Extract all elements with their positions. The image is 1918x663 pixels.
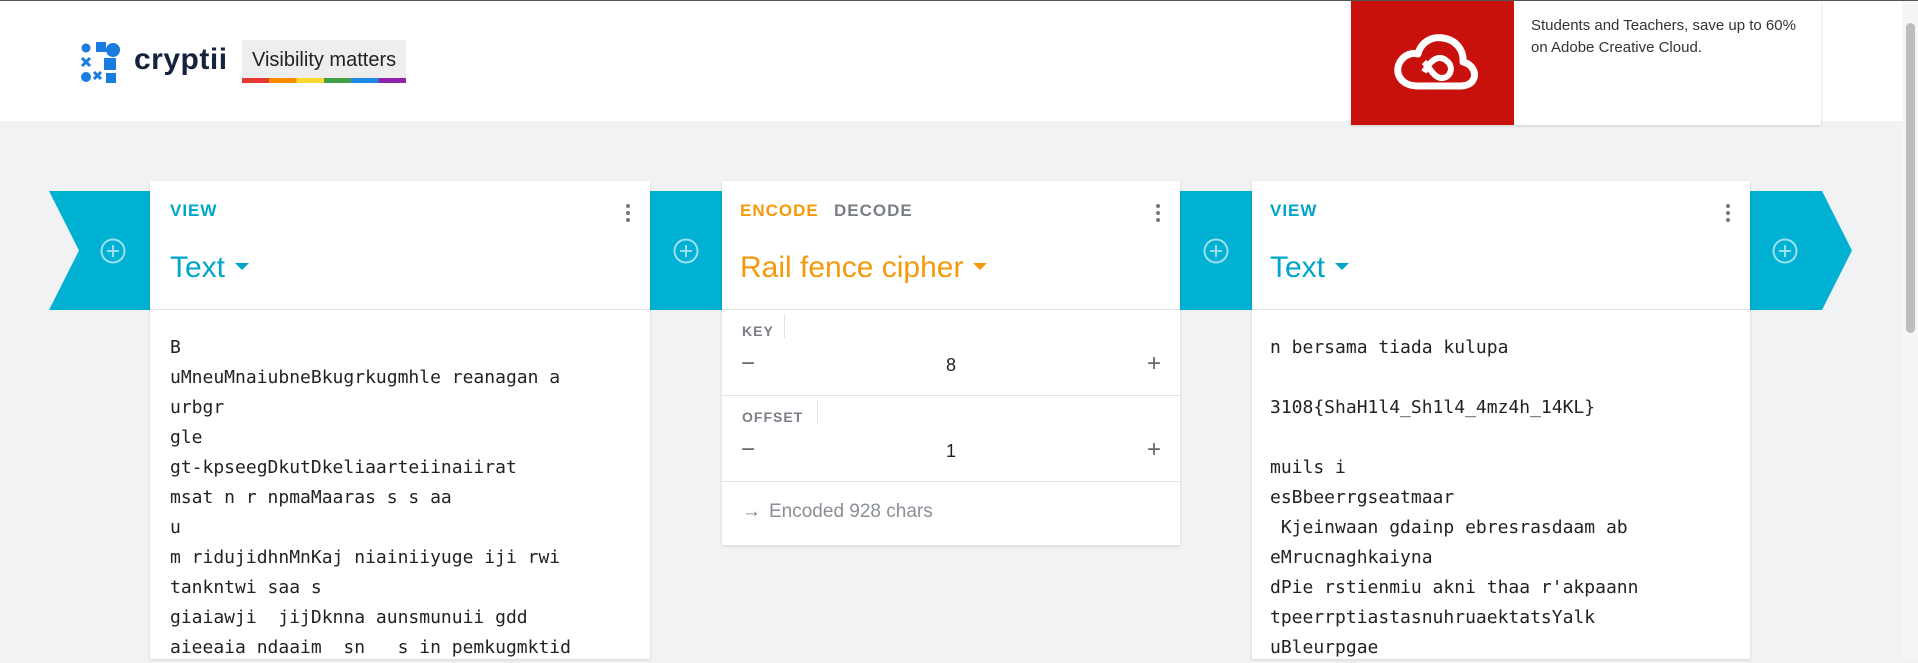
- brand-name[interactable]: cryptii: [134, 43, 228, 77]
- increment-key-button[interactable]: +: [1142, 350, 1166, 378]
- cryptii-logo-icon[interactable]: [80, 42, 122, 84]
- tab-encode[interactable]: ENCODE: [740, 201, 819, 221]
- encode-status: → Encoded 928 chars: [742, 501, 933, 523]
- brick-selector[interactable]: Rail fence cipher: [740, 251, 988, 285]
- more-options-icon[interactable]: [1148, 201, 1168, 225]
- encoder-card: ENCODE DECODE Rail fence cipher KEY − 8 …: [722, 181, 1180, 545]
- decrement-offset-button[interactable]: −: [736, 436, 760, 464]
- tab-view[interactable]: VIEW: [170, 201, 217, 221]
- scrollbar-thumb[interactable]: [1906, 23, 1915, 333]
- card-header: VIEW Text: [1252, 181, 1750, 310]
- key-value-input[interactable]: 8: [782, 355, 1120, 376]
- setting-label: OFFSET: [742, 409, 804, 425]
- tab-view[interactable]: VIEW: [1270, 201, 1317, 221]
- add-brick-icon[interactable]: [100, 238, 126, 264]
- page-scrollbar[interactable]: [1902, 1, 1918, 659]
- caret-down-icon: [1335, 262, 1350, 270]
- more-options-icon[interactable]: [618, 201, 638, 225]
- text-input-area[interactable]: B uMneuMnaiubneBkugrkugmhle reanagan a u…: [170, 333, 638, 663]
- more-options-icon[interactable]: [1718, 201, 1738, 225]
- ad-banner[interactable]: Students and Teachers, save up to 60% on…: [1351, 1, 1821, 125]
- setting-offset: OFFSET − 1 +: [722, 396, 1180, 482]
- card-header: VIEW Text: [150, 181, 650, 310]
- text-output-area[interactable]: n bersama tiada kulupa 3108{ShaH1l4_Sh1l…: [1270, 333, 1738, 663]
- add-brick-icon[interactable]: [673, 238, 699, 264]
- arrow-right-icon: →: [742, 501, 761, 522]
- adobe-creative-cloud-logo-icon: [1351, 1, 1514, 125]
- increment-offset-button[interactable]: +: [1142, 436, 1166, 464]
- add-brick-icon[interactable]: [1203, 238, 1229, 264]
- decrement-key-button[interactable]: −: [736, 350, 760, 378]
- visibility-badge-label: Visibility matters: [252, 49, 397, 71]
- brick-selector[interactable]: Text: [1270, 251, 1350, 285]
- label-divider: [817, 400, 818, 424]
- ad-text: Students and Teachers, save up to 60% on…: [1531, 17, 1796, 56]
- offset-value-input[interactable]: 1: [782, 441, 1120, 462]
- right-view-card: VIEW Text n bersama tiada kulupa 3108{Sh…: [1252, 181, 1750, 659]
- card-header: ENCODE DECODE Rail fence cipher: [722, 181, 1180, 310]
- brick-name: Text: [170, 251, 226, 284]
- rainbow-stripe: [242, 78, 407, 83]
- add-brick-icon[interactable]: [1772, 238, 1798, 264]
- caret-down-icon: [235, 262, 250, 270]
- setting-key: KEY − 8 +: [722, 310, 1180, 396]
- status-text: Encoded 928 chars: [769, 501, 933, 522]
- brick-selector[interactable]: Text: [170, 251, 250, 285]
- brick-name: Rail fence cipher: [740, 251, 964, 284]
- pipeline-end-band: [1750, 191, 1852, 310]
- label-divider: [784, 314, 785, 338]
- visibility-badge[interactable]: Visibility matters: [242, 40, 407, 83]
- left-view-card: VIEW Text B uMneuMnaiubneBkugrkugmhle re…: [150, 181, 650, 659]
- caret-down-icon: [973, 262, 988, 270]
- setting-label: KEY: [742, 323, 774, 339]
- brick-name: Text: [1270, 251, 1326, 284]
- tab-decode[interactable]: DECODE: [834, 201, 913, 221]
